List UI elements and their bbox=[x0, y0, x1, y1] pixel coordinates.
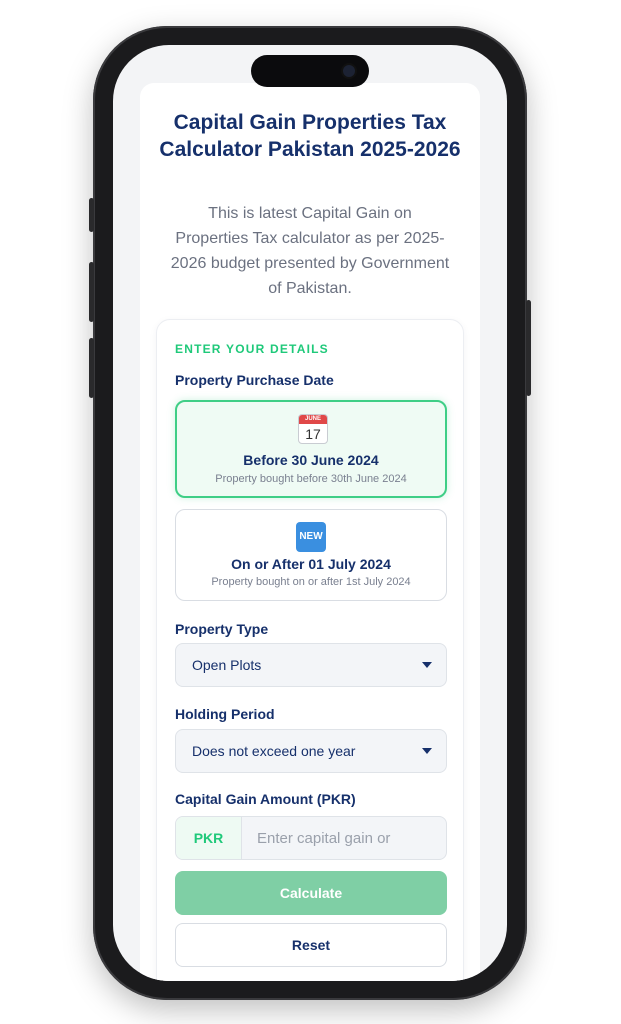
property-type-label: Property Type bbox=[175, 621, 269, 637]
holding-period-select[interactable]: Does not exceed one year bbox=[175, 729, 447, 773]
capital-gain-label: Capital Gain Amount (PKR) bbox=[175, 791, 356, 807]
power-button bbox=[526, 300, 531, 396]
page-title: Capital Gain Properties Tax Calculator P… bbox=[159, 111, 461, 161]
section-heading: ENTER YOUR DETAILS bbox=[175, 342, 329, 356]
calendar-icon: JUNE 17 bbox=[298, 414, 328, 444]
camera-icon bbox=[343, 65, 355, 77]
page-subtitle: This is latest Capital Gain on Propertie… bbox=[170, 205, 450, 297]
details-form: ENTER YOUR DETAILS Property Purchase Dat… bbox=[156, 319, 464, 981]
holding-period-value: Does not exceed one year bbox=[192, 743, 356, 759]
calendar-month: JUNE bbox=[299, 415, 327, 424]
chevron-down-icon bbox=[422, 748, 432, 754]
option-description: Property bought before 30th June 2024 bbox=[215, 473, 407, 485]
option-title: On or After 01 July 2024 bbox=[231, 556, 391, 572]
phone-screen: Capital Gain Properties Tax Calculator P… bbox=[113, 45, 507, 981]
chevron-down-icon bbox=[422, 662, 432, 668]
dynamic-island bbox=[251, 55, 369, 87]
new-badge-icon: NEW bbox=[296, 522, 326, 552]
volume-down-button bbox=[89, 338, 94, 398]
volume-up-button bbox=[89, 262, 94, 322]
purchase-date-label: Property Purchase Date bbox=[175, 372, 334, 388]
option-description: Property bought on or after 1st July 202… bbox=[211, 576, 411, 588]
calculator-page: Capital Gain Properties Tax Calculator P… bbox=[140, 83, 480, 981]
capital-gain-field: PKR bbox=[175, 816, 447, 860]
currency-prefix: PKR bbox=[176, 817, 242, 859]
option-after-july-2024[interactable]: NEW On or After 01 July 2024 Property bo… bbox=[175, 509, 447, 601]
reset-button[interactable]: Reset bbox=[175, 923, 447, 967]
option-before-june-2024[interactable]: JUNE 17 Before 30 June 2024 Property bou… bbox=[175, 400, 447, 498]
property-type-select[interactable]: Open Plots bbox=[175, 643, 447, 687]
option-title: Before 30 June 2024 bbox=[243, 452, 379, 468]
calendar-day: 17 bbox=[305, 426, 321, 442]
holding-period-label: Holding Period bbox=[175, 706, 275, 722]
capital-gain-input[interactable] bbox=[242, 817, 446, 859]
property-type-value: Open Plots bbox=[192, 657, 262, 673]
calculate-button[interactable]: Calculate bbox=[175, 871, 447, 915]
silent-switch bbox=[89, 198, 94, 232]
